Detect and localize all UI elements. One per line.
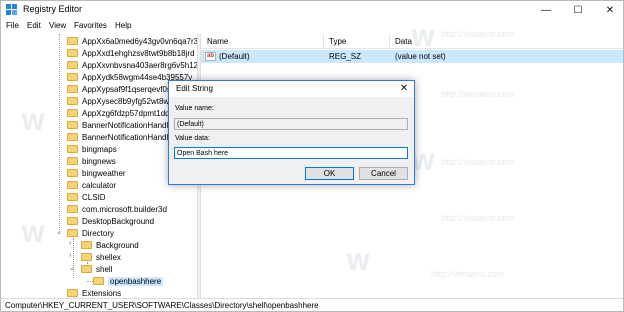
- menu-view[interactable]: View: [49, 21, 66, 30]
- tree-item[interactable]: bingweather: [67, 167, 126, 179]
- close-button[interactable]: ✕: [595, 1, 624, 19]
- folder-icon: [67, 289, 78, 297]
- folder-icon: [67, 133, 78, 141]
- ok-button[interactable]: OK: [305, 167, 354, 180]
- watermark-text: http://winaero.com: [441, 157, 515, 167]
- folder-icon: [67, 229, 78, 237]
- tree-item[interactable]: AppXxd1ehghzsv8twt9b8b18jrd: [67, 47, 195, 59]
- watermark-text: http://winaero.com: [441, 29, 515, 39]
- tree-item[interactable]: AppXypsaf9f1qserqevf0sw: [67, 83, 177, 95]
- watermark-text: http://winaero.com: [431, 269, 505, 279]
- folder-icon: [67, 205, 78, 213]
- tree-item[interactable]: BannerNotificationHandle: [67, 131, 173, 143]
- minimize-button[interactable]: —: [531, 1, 561, 19]
- value-name-label: Value name:: [175, 105, 214, 112]
- expand-icon[interactable]: ›: [69, 252, 71, 259]
- tree-item[interactable]: AppXxvnbvsna403aer8rg6v5h12: [67, 59, 197, 71]
- tree-item[interactable]: AppXx6a0med6y43gv0vn6qa7r3: [67, 35, 197, 47]
- menu-file[interactable]: File: [6, 21, 19, 30]
- folder-icon: [67, 61, 78, 69]
- tree-item[interactable]: Extensions: [67, 287, 121, 298]
- folder-icon: [67, 85, 78, 93]
- column-data[interactable]: Data: [395, 37, 412, 46]
- folder-icon: [67, 181, 78, 189]
- watermark-text: http://winaero.com: [441, 213, 515, 223]
- menu-bar: File Edit View Favorites Help: [1, 19, 623, 33]
- folder-icon: [67, 169, 78, 177]
- folder-icon: [81, 253, 92, 261]
- dialog-close-button[interactable]: ✕: [395, 82, 413, 96]
- tree-item[interactable]: DesktopBackground: [67, 215, 154, 227]
- collapse-icon[interactable]: ⌄: [69, 264, 75, 272]
- tree-item[interactable]: bingnews: [67, 155, 116, 167]
- folder-icon: [67, 49, 78, 57]
- folder-icon: [67, 145, 78, 153]
- expand-icon[interactable]: ›: [69, 240, 71, 247]
- dialog-title-bar: Edit String ✕: [169, 81, 414, 97]
- tree-item[interactable]: AppXysec8b9yfg52wt8wr7: [67, 95, 176, 107]
- folder-icon: [67, 73, 78, 81]
- cancel-button[interactable]: Cancel: [359, 167, 408, 180]
- collapse-icon[interactable]: ⌄: [56, 228, 62, 236]
- tree-item-shellex[interactable]: shellex: [81, 251, 121, 263]
- registry-editor-icon: [6, 4, 17, 15]
- folder-icon: [67, 37, 78, 45]
- maximize-button[interactable]: ☐: [563, 1, 593, 19]
- folder-icon: [67, 121, 78, 129]
- folder-icon: [67, 157, 78, 165]
- menu-favorites[interactable]: Favorites: [74, 21, 107, 30]
- tree-item[interactable]: bingmaps: [67, 143, 117, 155]
- tree-item[interactable]: com.microsoft.builder3d: [67, 203, 167, 215]
- watermark-logo: W: [21, 223, 46, 248]
- folder-icon: [67, 97, 78, 105]
- watermark-logo: W: [346, 251, 371, 276]
- edit-string-dialog: Edit String ✕ Value name: (Default) Valu…: [168, 80, 415, 185]
- status-bar: Computer\HKEY_CURRENT_USER\SOFTWARE\Clas…: [1, 298, 623, 311]
- string-value-icon: ab: [205, 52, 216, 61]
- title-bar: Registry Editor — ☐ ✕: [1, 1, 623, 19]
- dialog-title: Edit String: [176, 84, 213, 93]
- folder-icon: [81, 265, 92, 273]
- tree-item[interactable]: AppXzg6fdzp57dpmt1dqe: [67, 107, 174, 119]
- tree-item-shell[interactable]: shell: [81, 263, 112, 275]
- tree-item-openbashhere[interactable]: openbashhere: [93, 275, 164, 287]
- tree-item-directory[interactable]: Directory: [67, 227, 114, 239]
- folder-icon: [81, 241, 92, 249]
- menu-edit[interactable]: Edit: [27, 21, 41, 30]
- value-data-label: Value data:: [175, 135, 210, 142]
- column-divider[interactable]: [389, 34, 390, 49]
- watermark-text: http://winaero.com: [441, 89, 515, 99]
- column-name[interactable]: Name: [207, 37, 228, 46]
- tree-item[interactable]: CLSID: [67, 191, 106, 203]
- folder-icon: [93, 277, 104, 285]
- value-type: REG_SZ: [329, 52, 362, 61]
- folder-icon: [67, 217, 78, 225]
- key-path: Computer\HKEY_CURRENT_USER\SOFTWARE\Clas…: [5, 301, 319, 310]
- column-type[interactable]: Type: [329, 37, 346, 46]
- value-name-field: (Default): [174, 118, 408, 130]
- value-name: (Default): [219, 52, 250, 61]
- menu-help[interactable]: Help: [115, 21, 131, 30]
- watermark-logo: W: [21, 111, 46, 136]
- tree-item-background[interactable]: Background: [81, 239, 139, 251]
- folder-icon: [67, 193, 78, 201]
- value-data-field[interactable]: Open Bash here: [174, 147, 408, 159]
- tree-guide-line: [73, 238, 74, 278]
- column-divider[interactable]: [323, 34, 324, 49]
- watermark-logo: W: [411, 27, 436, 52]
- tree-item[interactable]: calculator: [67, 179, 116, 191]
- value-data: (value not set): [395, 52, 446, 61]
- window-title: Registry Editor: [23, 4, 83, 14]
- tree-guide-line: [59, 34, 60, 232]
- tree-item[interactable]: BannerNotificationHandle: [67, 119, 173, 131]
- folder-icon: [67, 109, 78, 117]
